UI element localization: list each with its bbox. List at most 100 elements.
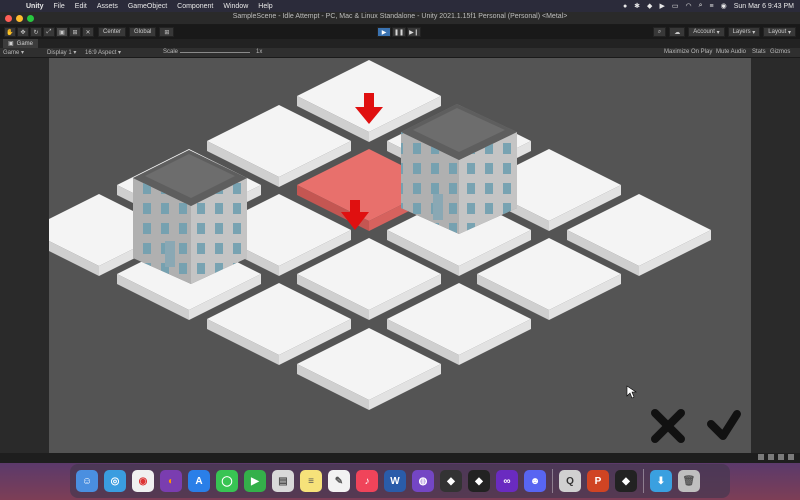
- custom-tool-icon[interactable]: ✕: [82, 27, 94, 37]
- safari-icon[interactable]: ◎: [104, 470, 126, 492]
- menu-window[interactable]: Window: [223, 3, 248, 10]
- notes-icon[interactable]: ≡: [300, 470, 322, 492]
- menu-app-name[interactable]: Unity: [26, 3, 44, 10]
- trash-icon[interactable]: 🗑: [678, 470, 700, 492]
- maximize-on-play-toggle[interactable]: Maximize On Play: [664, 49, 712, 55]
- scale-tool-icon[interactable]: ⤢: [43, 27, 55, 37]
- app-store-icon[interactable]: A: [188, 470, 210, 492]
- gizmos-dropdown[interactable]: Gizmos: [770, 49, 790, 55]
- scale-label: Scale: [163, 49, 179, 55]
- step-button[interactable]: ▶❙: [407, 27, 421, 37]
- apartment-building-right[interactable]: [401, 104, 517, 234]
- word-icon[interactable]: W: [384, 470, 406, 492]
- powerpoint-icon[interactable]: P: [587, 470, 609, 492]
- menu-assets[interactable]: Assets: [97, 3, 118, 10]
- visual-studio-icon[interactable]: ∞: [496, 470, 518, 492]
- transform-tool-icon[interactable]: ⊞: [69, 27, 81, 37]
- hand-tool-icon[interactable]: ✋: [4, 27, 16, 37]
- status-icons: [758, 454, 794, 460]
- dock-separator: [552, 469, 553, 493]
- layout-dropdown[interactable]: Layout ▾: [763, 27, 796, 37]
- play-button[interactable]: ▶: [377, 27, 391, 37]
- console-icon[interactable]: [758, 454, 764, 460]
- tab-game[interactable]: ▣ Game: [3, 39, 39, 48]
- layout-label: Layout: [768, 29, 787, 35]
- unity-status-bar: [0, 453, 800, 463]
- rotate-tool-icon[interactable]: ↻: [30, 27, 42, 37]
- unity-icon[interactable]: ◆: [647, 2, 652, 10]
- menu-component[interactable]: Component: [177, 3, 213, 10]
- music-icon[interactable]: ♪: [356, 470, 378, 492]
- pause-button[interactable]: ❚❚: [392, 27, 406, 37]
- aspect-dropdown[interactable]: 16:9 Aspect ▾: [85, 49, 121, 56]
- menu-help[interactable]: Help: [258, 3, 272, 10]
- dock: ☺ ◎ ◉ ◐ A ◯ ▶ ▤ ≡ ✎ ♪ W ◍ ◆ ◆ ∞ ☻ Q P ◆ …: [70, 464, 730, 498]
- mute-audio-toggle[interactable]: Mute Audio: [716, 49, 746, 55]
- textedit-icon[interactable]: ✎: [328, 470, 350, 492]
- menu-gameobject[interactable]: GameObject: [128, 3, 167, 10]
- cancel-x-icon[interactable]: [651, 409, 685, 443]
- pivot-global-toggle[interactable]: Global: [129, 27, 157, 37]
- isometric-scene: [49, 60, 741, 443]
- aspect-label: 16:9 Aspect: [85, 50, 117, 56]
- rect-tool-icon[interactable]: ▣: [56, 27, 68, 37]
- move-tool-icon[interactable]: ✥: [17, 27, 29, 37]
- display-label: Display 1: [47, 50, 72, 56]
- messages-icon[interactable]: ◯: [216, 470, 238, 492]
- pivot-center-toggle[interactable]: Center: [98, 27, 127, 37]
- layers-dropdown[interactable]: Layers ▾: [727, 27, 761, 37]
- control-center-icon[interactable]: ≡: [709, 3, 713, 10]
- screen: Unity File Edit Assets GameObject Compon…: [0, 0, 800, 500]
- firefox-icon[interactable]: ◐: [160, 470, 182, 492]
- window-title-bar: SampleScene - Idle Attempt - PC, Mac & L…: [0, 12, 800, 25]
- menu-edit[interactable]: Edit: [75, 3, 87, 10]
- downloads-folder-icon[interactable]: ⬇: [650, 470, 672, 492]
- unity-running-icon[interactable]: ◆: [615, 470, 637, 492]
- record-icon[interactable]: ●: [623, 3, 627, 10]
- macos-menu-bar: Unity File Edit Assets GameObject Compon…: [0, 0, 800, 12]
- battery-icon[interactable]: ▭: [672, 2, 679, 10]
- account-label: Account: [693, 29, 715, 35]
- dock-separator: [643, 469, 644, 493]
- account-dropdown[interactable]: Account ▾: [688, 27, 725, 37]
- game-render-area[interactable]: [49, 58, 751, 453]
- progress-icon[interactable]: [768, 454, 774, 460]
- game-tab-icon: ▣: [8, 41, 14, 47]
- pivot-global-label: Global: [134, 29, 152, 35]
- menu-bar-status-area: ● ✱ ◆ ▶ ▭ ◠ ⌕ ≡ ◉ Sun Mar 6 9:43 PM: [623, 0, 794, 12]
- apartment-building-left[interactable]: [133, 150, 247, 284]
- display-dropdown[interactable]: Display 1 ▾: [47, 49, 76, 56]
- settings-icon[interactable]: ✱: [634, 2, 640, 10]
- confirm-check-icon[interactable]: [707, 410, 741, 440]
- discord-icon[interactable]: ☻: [524, 470, 546, 492]
- preview-icon[interactable]: ▤: [272, 470, 294, 492]
- desktop-background: ☺ ◎ ◉ ◐ A ◯ ▶ ▤ ≡ ✎ ♪ W ◍ ◆ ◆ ∞ ☻ Q P ◆ …: [0, 463, 800, 500]
- wifi-icon[interactable]: ◠: [685, 2, 691, 10]
- scale-value: 1x: [256, 49, 263, 55]
- layers-label: Layers: [732, 29, 751, 35]
- play-controls: ▶ ❚❚ ▶❙: [377, 27, 421, 37]
- layout-icon[interactable]: [778, 454, 784, 460]
- cloud-icon[interactable]: ☁: [669, 27, 686, 37]
- unity-icon[interactable]: ◆: [468, 470, 490, 492]
- menu-bar-clock[interactable]: Sun Mar 6 9:43 PM: [734, 3, 794, 10]
- quicktime-icon[interactable]: Q: [559, 470, 581, 492]
- scale-slider[interactable]: [180, 52, 250, 53]
- mouse-cursor-icon: [626, 385, 637, 399]
- collab-icon[interactable]: [788, 454, 794, 460]
- unity-toolbar: ✋ ✥ ↻ ⤢ ▣ ⊞ ✕ Center Global ⊞ ▶ ❚❚ ▶❙ ⌕ …: [0, 25, 800, 39]
- unity-hub-icon[interactable]: ◆: [440, 470, 462, 492]
- search-button[interactable]: ⌕: [652, 27, 667, 37]
- chrome-icon[interactable]: ◉: [132, 470, 154, 492]
- search-icon[interactable]: ⌕: [699, 2, 703, 10]
- snap-toggle[interactable]: ⊞: [159, 27, 175, 37]
- game-mode-dropdown[interactable]: Game ▾: [3, 49, 24, 56]
- stats-toggle[interactable]: Stats: [752, 49, 766, 55]
- menu-file[interactable]: File: [54, 3, 65, 10]
- facetime-icon[interactable]: ▶: [244, 470, 266, 492]
- play-icon[interactable]: ▶: [659, 2, 664, 10]
- github-desktop-icon[interactable]: ◍: [412, 470, 434, 492]
- finder-icon[interactable]: ☺: [76, 470, 98, 492]
- game-viewport: [0, 58, 800, 453]
- siri-icon[interactable]: ◉: [721, 2, 727, 10]
